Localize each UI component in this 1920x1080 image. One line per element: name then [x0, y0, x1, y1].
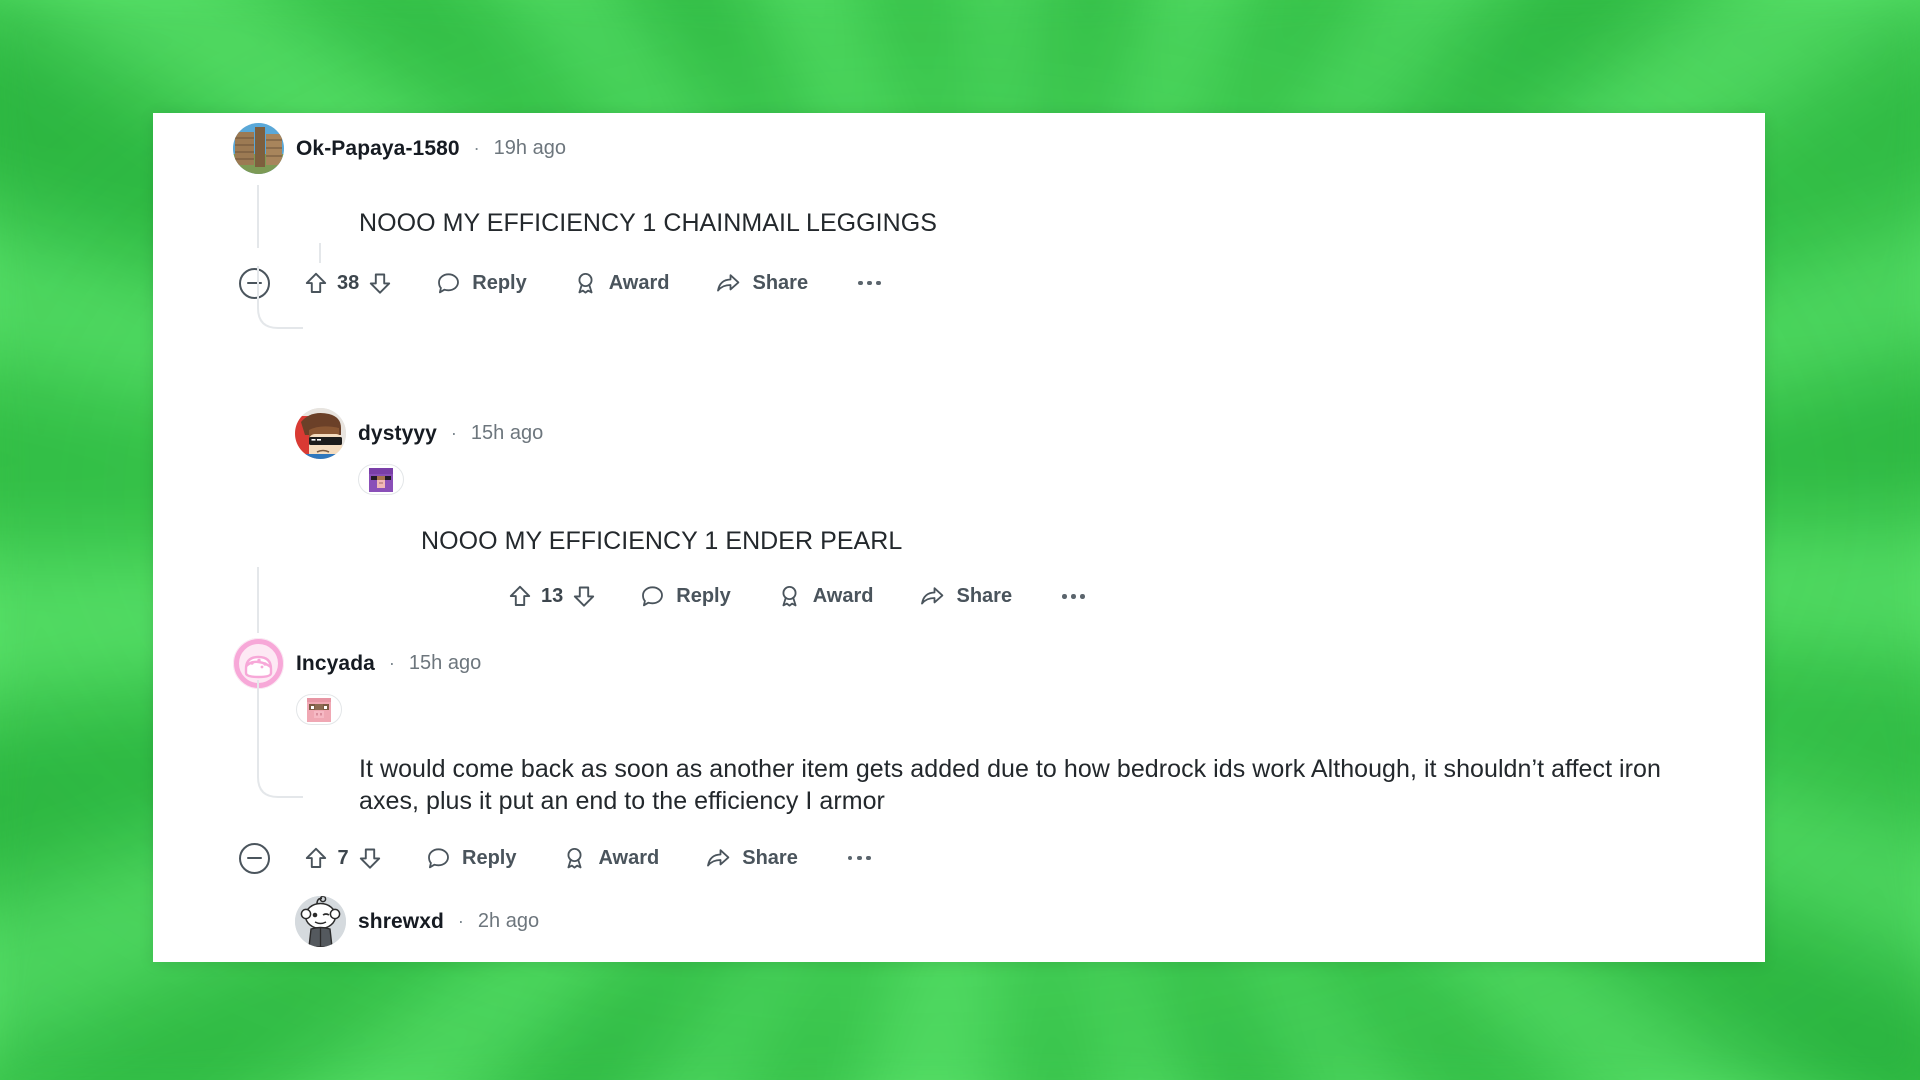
avatar[interactable]: [295, 408, 346, 459]
comment-body: NOOO MY EFFICIENCY 1 ENDER PEARL: [421, 526, 903, 555]
comment-header: Incyada · 15h ago: [233, 638, 1765, 689]
collapse-thread-button[interactable]: [239, 842, 270, 874]
dot-1: [847, 855, 853, 861]
award-icon: [573, 271, 598, 296]
comment-body: NOOO MY EFFICIENCY 1 CHAINMAIL LEGGINGS: [359, 209, 937, 237]
downvote-icon[interactable]: [358, 846, 382, 871]
award-button[interactable]: Award: [777, 584, 874, 609]
share-button[interactable]: Share: [919, 584, 1012, 609]
thread-line-comment-1: [257, 185, 259, 248]
separator: ·: [457, 911, 464, 931]
award-label: Award: [608, 271, 670, 294]
comment-actions: 7 Reply Award Share: [239, 842, 1765, 874]
award-icon: [777, 584, 802, 609]
username[interactable]: Ok-Papaya-1580: [296, 137, 460, 161]
upvote-icon[interactable]: [304, 846, 328, 871]
timestamp: 15h ago: [408, 652, 482, 674]
upvote-icon[interactable]: [508, 584, 532, 609]
reply-button[interactable]: Reply: [436, 271, 527, 296]
award-button[interactable]: Award: [562, 846, 659, 871]
award-label: Award: [812, 585, 874, 607]
dot-3: [866, 855, 871, 861]
share-label: Share: [956, 585, 1013, 607]
more-options-button[interactable]: [858, 280, 881, 286]
share-icon: [715, 271, 741, 296]
username[interactable]: shrewxd: [358, 910, 444, 934]
upvote-icon[interactable]: [304, 271, 328, 296]
dot-2: [1071, 594, 1076, 599]
comment-dystyyy: dystyyy · 15h ago NOOO MY EFFICIENCY 1 E…: [153, 408, 1765, 609]
award-icon: [562, 846, 587, 871]
thread-line-reply-1: [319, 243, 321, 263]
minecraft-pink-pig-badge[interactable]: [296, 694, 342, 725]
comment-bubble-icon: [436, 271, 461, 296]
username[interactable]: dystyyy: [358, 422, 437, 446]
dot-3: [876, 280, 881, 286]
vote-group: 7: [304, 846, 382, 871]
thread-curve-to-reply-2: [257, 735, 303, 798]
share-button[interactable]: Share: [715, 271, 808, 296]
comment-header: shrewxd · 2h ago: [295, 896, 1765, 947]
thread-line-comment-2-lower: [257, 680, 259, 736]
comment-incyada: Incyada · 15h ago It would come back as …: [153, 638, 1765, 874]
avatar[interactable]: [295, 896, 346, 947]
reply-button[interactable]: Reply: [426, 846, 516, 871]
award-button[interactable]: Award: [573, 271, 670, 296]
timestamp: 2h ago: [477, 910, 540, 932]
more-options-button[interactable]: [1062, 594, 1085, 599]
avatar[interactable]: [233, 123, 284, 174]
share-button[interactable]: Share: [705, 846, 798, 871]
comment-actions: 13 Reply Award Share: [508, 584, 1765, 609]
username[interactable]: Incyada: [296, 652, 375, 676]
dot-3: [1080, 594, 1085, 599]
separator: ·: [473, 138, 480, 158]
reply-label: Reply: [462, 846, 517, 869]
award-label: Award: [598, 846, 660, 869]
comment-card: Ok-Papaya-1580 · 19h ago NOOO MY EFFICIE…: [153, 113, 1765, 962]
downvote-icon[interactable]: [572, 584, 596, 609]
dot-1: [1062, 594, 1067, 599]
comment-header: dystyyy · 15h ago: [295, 408, 1765, 459]
dot-2: [867, 280, 872, 286]
vote-group: 13: [508, 584, 596, 609]
comment-shrewxd: shrewxd · 2h ago Good catch on the ID is…: [153, 896, 1765, 962]
thread-curve-to-reply-1: [257, 266, 303, 329]
separator: ·: [388, 653, 395, 673]
reply-label: Reply: [472, 271, 527, 294]
thread-line-comment-2: [257, 567, 259, 633]
reply-label: Reply: [676, 585, 731, 607]
reply-button[interactable]: Reply: [640, 584, 731, 609]
comment-body: It would come back as soon as another it…: [359, 754, 1661, 816]
comment-actions: 38 Reply Award Share: [239, 267, 1765, 299]
vote-score: 13: [541, 585, 564, 607]
share-label: Share: [752, 271, 809, 294]
minecraft-purple-mob-badge[interactable]: [358, 464, 404, 495]
share-label: Share: [742, 846, 798, 869]
comment-bubble-icon: [640, 584, 665, 609]
comment-bubble-icon: [426, 846, 451, 871]
comment-ok-papaya-1580: Ok-Papaya-1580 · 19h ago NOOO MY EFFICIE…: [153, 113, 1765, 299]
timestamp: 15h ago: [470, 422, 544, 444]
share-icon: [705, 846, 731, 871]
vote-score: 38: [337, 271, 360, 294]
more-options-button[interactable]: [847, 855, 871, 861]
dot-2: [856, 855, 862, 861]
separator: ·: [450, 423, 457, 443]
share-icon: [919, 584, 945, 609]
downvote-icon[interactable]: [368, 271, 392, 296]
timestamp: 19h ago: [493, 137, 566, 159]
vote-group: 38: [304, 271, 392, 296]
dot-1: [858, 280, 863, 286]
vote-score: 7: [337, 846, 349, 869]
comment-header: Ok-Papaya-1580 · 19h ago: [233, 123, 1765, 174]
